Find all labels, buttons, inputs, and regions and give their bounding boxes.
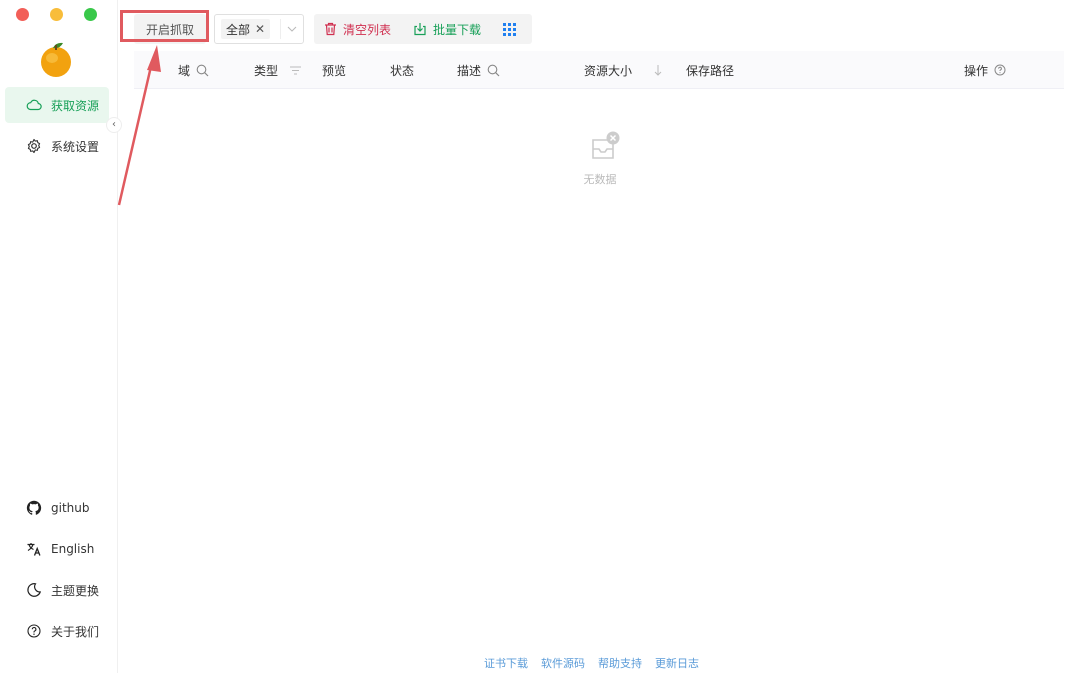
sidebar-item-github[interactable]: github xyxy=(5,490,109,526)
window-controls xyxy=(16,8,97,21)
sidebar-item-about[interactable]: 关于我们 xyxy=(5,613,109,649)
annotation-arrow xyxy=(117,45,161,206)
sidebar-item-label: github xyxy=(51,501,90,515)
grid-icon xyxy=(503,22,517,36)
highlight-box-annotation xyxy=(120,10,209,42)
help-circle-icon xyxy=(25,622,43,640)
sidebar-bottom-nav: github English 主题更换 关于我们 xyxy=(5,490,109,654)
translate-icon xyxy=(25,540,43,558)
window-minimize-button[interactable] xyxy=(50,8,63,21)
trash-icon xyxy=(324,22,337,36)
column-label: 保存路径 xyxy=(686,63,735,78)
table-header: 域 类型 预览 状态 描述 资源大小 保存路径 操作 xyxy=(134,51,1064,89)
github-icon xyxy=(25,499,43,517)
filter-tag: 全部 ✕ xyxy=(221,19,271,39)
action-button-group: 清空列表 批量下载 xyxy=(314,14,533,44)
column-label: 资源大小 xyxy=(584,63,633,78)
moon-icon xyxy=(25,581,43,599)
column-header-type[interactable]: 类型 xyxy=(254,51,302,89)
column-header-size[interactable]: 资源大小 xyxy=(584,51,662,89)
column-label: 操作 xyxy=(964,63,989,78)
footer-link-help[interactable]: 帮助支持 xyxy=(598,655,642,671)
clear-list-label: 清空列表 xyxy=(343,22,392,37)
sidebar-item-label: English xyxy=(51,542,95,556)
column-header-description[interactable]: 描述 xyxy=(457,51,500,89)
sidebar-item-label: 主题更换 xyxy=(51,583,100,598)
column-header-domain[interactable]: 域 xyxy=(178,51,209,89)
grid-view-button[interactable] xyxy=(503,22,522,36)
clear-list-button[interactable]: 清空列表 xyxy=(324,21,391,38)
help-circle-icon[interactable] xyxy=(994,64,1006,76)
empty-state: 无数据 xyxy=(572,130,628,187)
footer-link-cert-download[interactable]: 证书下载 xyxy=(484,655,528,671)
sidebar-item-label: 关于我们 xyxy=(51,624,100,639)
chevron-left-icon: ‹ xyxy=(112,119,116,130)
footer-link-source-code[interactable]: 软件源码 xyxy=(541,655,585,671)
column-label: 预览 xyxy=(322,63,347,78)
column-label: 描述 xyxy=(457,63,482,78)
column-label: 类型 xyxy=(254,63,279,78)
window-close-button[interactable] xyxy=(16,8,29,21)
search-icon[interactable] xyxy=(487,64,500,77)
footer-links: 证书下载 软件源码 帮助支持 更新日志 xyxy=(484,655,699,671)
gear-icon xyxy=(25,137,43,155)
search-icon[interactable] xyxy=(196,64,209,77)
footer-link-changelog[interactable]: 更新日志 xyxy=(655,655,699,671)
sort-down-icon[interactable] xyxy=(654,64,662,76)
sidebar: 获取资源 系统设置 github English 主题更换 关于我们 xyxy=(0,0,118,673)
cloud-icon xyxy=(25,96,43,114)
column-header-actions: 操作 xyxy=(964,51,1006,89)
batch-download-button[interactable]: 批量下载 xyxy=(413,21,481,38)
sidebar-item-theme[interactable]: 主题更换 xyxy=(5,572,109,608)
sidebar-collapse-button[interactable]: ‹ xyxy=(106,117,122,133)
batch-download-label: 批量下载 xyxy=(433,22,482,37)
window-maximize-button[interactable] xyxy=(84,8,97,21)
filter-icon[interactable] xyxy=(290,66,302,75)
sidebar-item-language[interactable]: English xyxy=(5,531,109,567)
sidebar-item-settings[interactable]: 系统设置 xyxy=(5,128,109,164)
close-icon[interactable]: ✕ xyxy=(255,22,265,36)
column-header-preview: 预览 xyxy=(322,51,346,89)
app-logo xyxy=(41,42,71,77)
column-header-status: 状态 xyxy=(390,51,414,89)
column-header-save-path: 保存路径 xyxy=(686,51,734,89)
filter-tag-label: 全部 xyxy=(226,22,251,37)
sidebar-item-label: 系统设置 xyxy=(51,139,100,154)
resource-type-select[interactable]: 全部 ✕ xyxy=(214,14,305,44)
empty-box-icon xyxy=(592,131,620,159)
download-icon xyxy=(413,22,427,36)
empty-state-text: 无数据 xyxy=(583,173,617,186)
column-label: 状态 xyxy=(390,63,415,78)
sidebar-item-label: 获取资源 xyxy=(51,98,100,113)
column-label: 域 xyxy=(178,63,191,78)
chevron-down-icon xyxy=(280,19,297,39)
sidebar-item-get-resources[interactable]: 获取资源 xyxy=(5,87,109,123)
sidebar-nav: 获取资源 系统设置 xyxy=(5,87,109,169)
